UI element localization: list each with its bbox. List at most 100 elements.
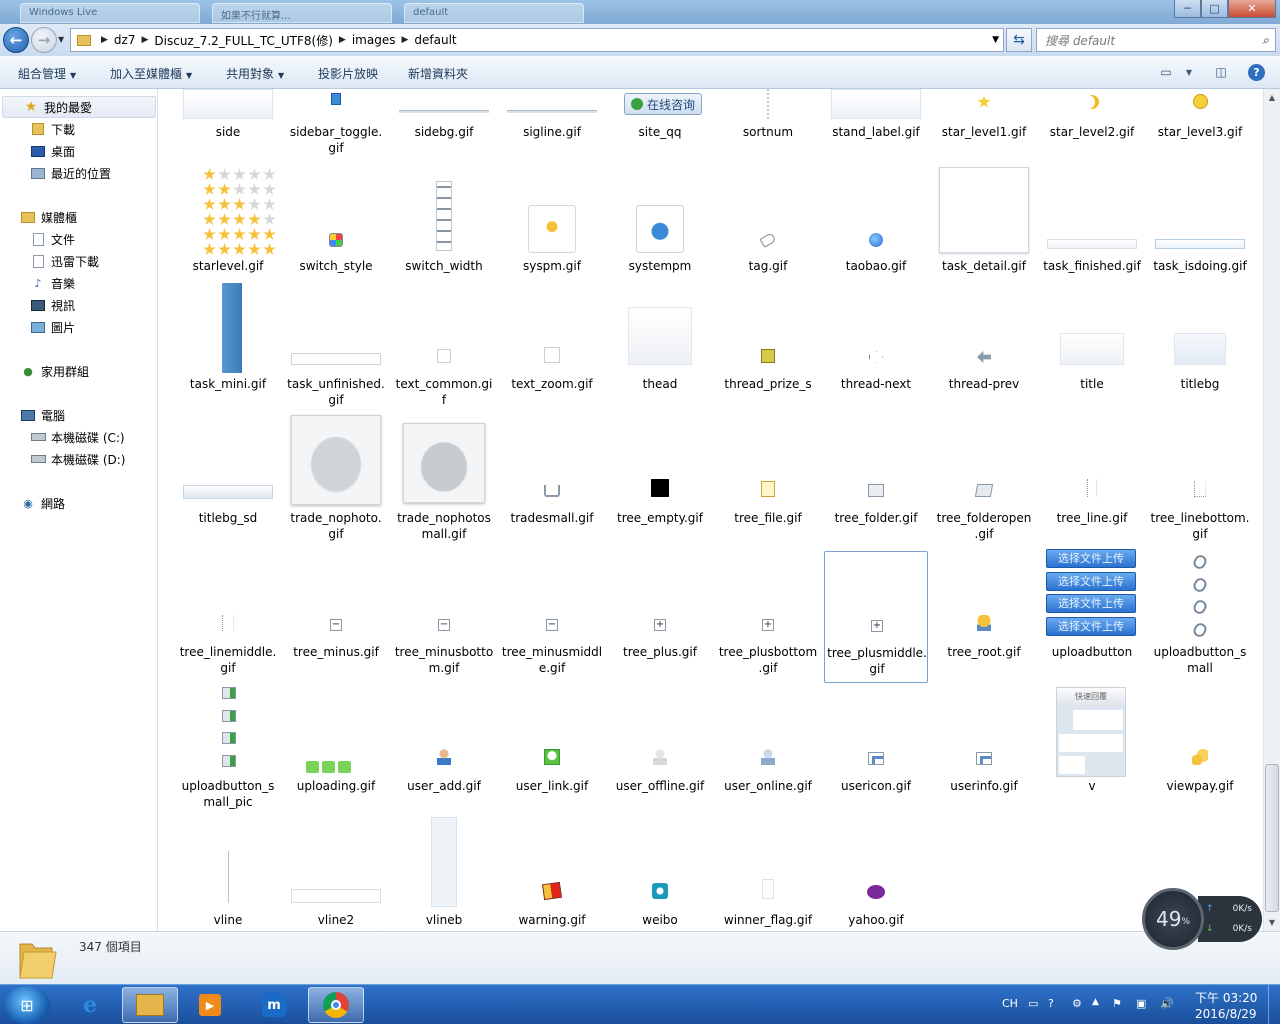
background-tab[interactable]: 如果不行就算... [212,3,392,23]
file-item[interactable]: sortnum [716,89,820,169]
file-item[interactable]: tree_folderopen .gif [932,417,1036,549]
file-item[interactable]: 在线咨询 site_qq [608,89,712,169]
breadcrumb-item[interactable]: images [352,33,396,47]
view-dropdown-icon[interactable]: ▼ [1180,64,1198,80]
network-tray-icon[interactable]: ▣ [1136,997,1146,1010]
file-item[interactable]: tree_linebottom. gif [1148,417,1252,549]
file-item[interactable]: userinfo.gif [932,685,1036,817]
file-item[interactable]: warning.gif [500,819,604,931]
file-item[interactable]: trade_nophoto. gif [284,415,388,549]
background-tab[interactable]: Windows Live [20,3,200,23]
new-folder-button[interactable]: 新增資料夾 [408,65,468,82]
file-item[interactable]: thread-next [824,283,928,415]
nav-music[interactable]: ♪ 音樂 [30,272,75,294]
file-item[interactable]: text_zoom.gif [500,283,604,415]
breadcrumb-separator-icon[interactable]: ▶ [141,35,148,45]
keyboard-icon[interactable]: ▭ [1028,997,1038,1010]
flag-icon[interactable]: ⚑ [1112,997,1122,1010]
slideshow-button[interactable]: 投影片放映 [318,65,378,82]
scroll-down-icon[interactable]: ▼ [1264,914,1280,931]
file-item[interactable]: tree_linemiddle. gif [176,551,280,683]
file-item[interactable]: user_online.gif [716,685,820,817]
breadcrumb-item[interactable]: Discuz_7.2_FULL_TC_UTF8(修) [154,32,333,49]
file-item[interactable]: syspm.gif [500,167,604,299]
file-item[interactable]: weibo [608,819,712,931]
file-item[interactable]: 选择文件上传 选择文件上传 选择文件上传 选择文件上传 uploadbutton [1040,549,1144,683]
file-item[interactable]: tree_line.gif [1040,417,1144,549]
file-item[interactable]: tree_empty.gif [608,417,712,549]
breadcrumb-separator-icon[interactable]: ▶ [101,35,108,45]
clock-date[interactable]: 2016/8/29 [1195,1007,1257,1021]
file-item[interactable]: text_common.gi f [392,283,496,415]
forward-button[interactable]: → [31,27,57,53]
taskbar-ie[interactable]: e [62,987,118,1023]
file-item[interactable]: titlebg [1148,283,1252,415]
scroll-thumb[interactable] [1265,764,1279,912]
file-item[interactable]: tree_file.gif [716,417,820,549]
file-item[interactable]: sigline.gif [500,89,604,169]
nav-drive-d[interactable]: 本機磁碟 (D:) [30,448,125,470]
nav-network[interactable]: ◉ 網路 [20,492,65,514]
file-item[interactable]: systempm [608,167,712,299]
file-item[interactable]: usericon.gif [824,685,928,817]
share-with-menu[interactable]: 共用對象 ▼ [226,65,284,82]
file-list[interactable]: side sidebar_toggle. gif sidebg.gif sigline… [160,89,1262,931]
nav-videos[interactable]: 視訊 [30,294,75,316]
file-item[interactable]: switch_width [392,167,496,299]
file-item[interactable]: uploadbutton_s mall [1148,551,1252,683]
address-bar[interactable]: ▶ dz7 ▶ Discuz_7.2_FULL_TC_UTF8(修) ▶ images… [70,28,1004,52]
file-item[interactable]: title [1040,283,1144,415]
address-dropdown-icon[interactable]: ▼ [992,35,999,45]
file-item[interactable]: + tree_plus.gif [608,551,712,683]
file-item[interactable]: star_level3.gif [1148,89,1252,169]
file-item[interactable]: uploading.gif [284,685,388,817]
file-item[interactable]: − tree_minus.gif [284,551,388,683]
taskbar-chrome[interactable] [308,987,364,1023]
file-item[interactable]: user_link.gif [500,685,604,817]
organize-menu[interactable]: 組合管理 ▼ [18,65,76,82]
nav-downloads[interactable]: 下載 [30,118,75,140]
file-item[interactable]: user_offline.gif [608,685,712,817]
file-item[interactable]: sidebar_toggle. gif [284,89,388,169]
file-item[interactable]: star_level1.gif [932,89,1036,169]
help-tray-icon[interactable]: ? [1048,997,1054,1010]
file-item[interactable]: taobao.gif [824,167,928,299]
start-button[interactable]: ⊞ [4,986,50,1024]
language-indicator[interactable]: CH [1002,997,1018,1010]
breadcrumb-item[interactable]: dz7 [114,33,136,47]
show-hidden-icons-icon[interactable]: ▲ [1092,997,1099,1007]
file-item[interactable]: task_isdoing.gif [1148,167,1252,299]
taskbar-media-player[interactable]: ▶ [182,987,238,1023]
file-item[interactable]: − tree_minusbotto m.gif [392,551,496,683]
file-item[interactable]: − tree_minusmiddl e.gif [500,551,604,683]
clock-time[interactable]: 下午 03:20 [1195,989,1257,1006]
taskbar-explorer[interactable] [122,987,178,1023]
file-item[interactable]: thread-prev [932,283,1036,415]
file-item[interactable]: tree_folder.gif [824,417,928,549]
breadcrumb-separator-icon[interactable]: ▶ [339,35,346,45]
file-item[interactable]: star_level2.gif [1040,89,1144,169]
file-item[interactable]: trade_nophotos mall.gif [392,417,496,549]
search-input[interactable]: 搜尋 default ⌕ [1036,28,1276,52]
preview-pane-icon[interactable]: ◫ [1212,64,1230,80]
file-item[interactable]: task_detail.gif [932,167,1036,299]
file-item[interactable]: side [176,89,280,169]
file-item[interactable]: switch_style [284,167,388,299]
file-item[interactable]: vline [176,819,280,931]
file-item[interactable]: vline2 [284,819,388,931]
history-dropdown[interactable]: ▼ [58,35,64,44]
file-item[interactable]: vlineb [392,817,496,931]
file-item[interactable]: + tree_plusmiddle. gif [824,551,928,683]
scroll-up-icon[interactable]: ▲ [1264,89,1280,106]
nav-homegroup[interactable]: ● 家用群組 [20,360,89,382]
vertical-scrollbar[interactable]: ▲ ▼ [1263,89,1280,931]
file-item[interactable]: sidebg.gif [392,89,496,169]
nav-desktop[interactable]: 桌面 [30,140,75,162]
nav-recent-places[interactable]: 最近的位置 [30,162,111,184]
file-item[interactable]: tree_root.gif [932,551,1036,683]
search-icon[interactable]: ⌕ [1262,33,1269,48]
back-button[interactable]: ← [3,27,29,53]
nav-drive-c[interactable]: 本機磁碟 (C:) [30,426,125,448]
refresh-button[interactable]: ⇆ [1006,28,1032,52]
file-item[interactable]: tag.gif [716,167,820,299]
